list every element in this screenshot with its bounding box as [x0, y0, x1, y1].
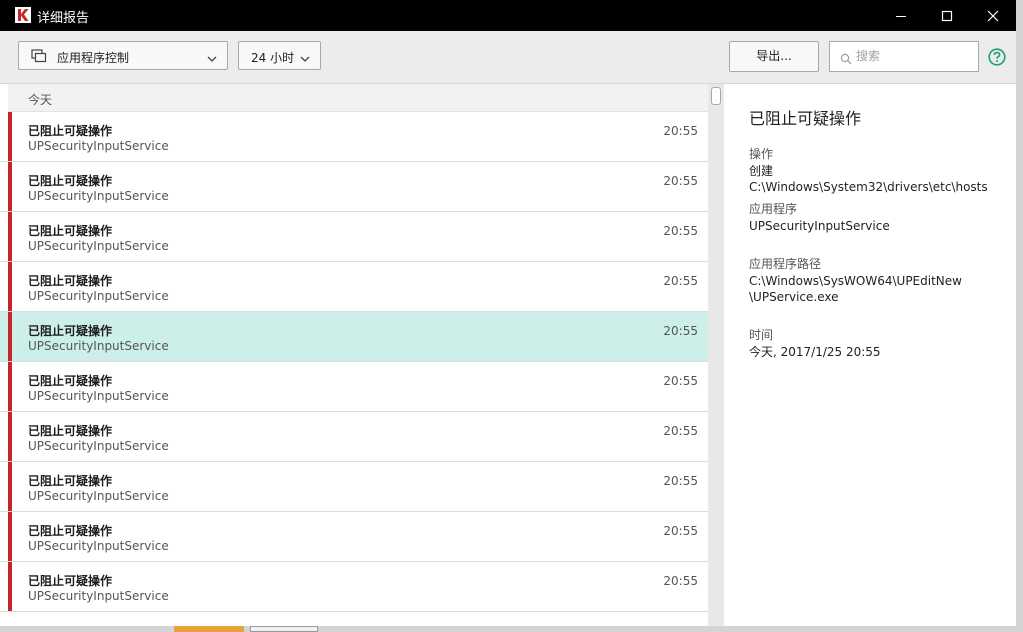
event-title: 已阻止可疑操作: [28, 224, 113, 238]
event-time: 20:55: [663, 374, 698, 388]
event-application: UPSecurityInputService: [28, 339, 169, 353]
background-button: [250, 626, 318, 632]
severity-bar: [8, 562, 12, 611]
event-list-item[interactable]: 已阻止可疑操作 UPSecurityInputService 20:55: [0, 462, 708, 512]
event-application: UPSecurityInputService: [28, 489, 169, 503]
severity-bar: [8, 262, 12, 311]
event-list-item[interactable]: 已阻止可疑操作 UPSecurityInputService 20:55: [0, 112, 708, 162]
event-title: 已阻止可疑操作: [28, 124, 113, 138]
detail-title: 已阻止可疑操作: [749, 109, 862, 128]
maximize-icon: [941, 10, 953, 21]
group-header: 今天: [8, 84, 708, 112]
event-list-item[interactable]: 已阻止可疑操作 UPSecurityInputService 20:55: [0, 162, 708, 212]
chevron-down-icon: [300, 52, 310, 66]
scrollbar-thumb[interactable]: [711, 87, 721, 105]
title-bar[interactable]: 详细报告: [0, 0, 1016, 31]
report-window: 详细报告 应用程序控制 24 小时 导出... 搜索 今天 已阻止可疑操作 UP…: [0, 0, 1016, 626]
event-list-item[interactable]: 已阻止可疑操作 UPSecurityInputService 20:55: [0, 412, 708, 462]
group-header-label: 今天: [28, 93, 53, 107]
event-time: 20:55: [663, 274, 698, 288]
component-dropdown-value: 应用程序控制: [57, 51, 130, 65]
event-title: 已阻止可疑操作: [28, 174, 113, 188]
maximize-button[interactable]: [924, 0, 970, 31]
event-title: 已阻止可疑操作: [28, 524, 113, 538]
event-application: UPSecurityInputService: [28, 139, 169, 153]
close-icon: [987, 10, 999, 21]
component-dropdown[interactable]: 应用程序控制: [18, 41, 228, 70]
background-button-orange: [174, 626, 244, 632]
event-list: 今天 已阻止可疑操作 UPSecurityInputService 20:55 …: [0, 84, 708, 626]
severity-bar: [8, 412, 12, 461]
help-icon[interactable]: [988, 48, 1006, 70]
copy-window-icon: [31, 49, 47, 66]
window-title: 详细报告: [37, 11, 90, 26]
search-input[interactable]: [856, 49, 974, 63]
event-application: UPSecurityInputService: [28, 439, 169, 453]
time-label: 时间: [749, 328, 774, 342]
severity-bar: [8, 512, 12, 561]
event-application: UPSecurityInputService: [28, 539, 169, 553]
application-label: 应用程序: [749, 202, 798, 216]
chevron-down-icon: [207, 52, 217, 66]
event-time: 20:55: [663, 524, 698, 538]
severity-bar: [8, 362, 12, 411]
severity-bar: [8, 212, 12, 261]
background-window-fragment: [174, 626, 319, 632]
event-title: 已阻止可疑操作: [28, 474, 113, 488]
event-application: UPSecurityInputService: [28, 189, 169, 203]
event-title: 已阻止可疑操作: [28, 274, 113, 288]
event-list-item[interactable]: 已阻止可疑操作 UPSecurityInputService 20:55: [0, 362, 708, 412]
toolbar: 应用程序控制 24 小时 导出...: [0, 31, 1016, 84]
event-list-item[interactable]: 已阻止可疑操作 UPSecurityInputService 20:55: [0, 512, 708, 562]
minimize-button[interactable]: [878, 0, 924, 31]
search-box[interactable]: [829, 41, 979, 72]
event-list-item[interactable]: 已阻止可疑操作 UPSecurityInputService 20:55: [0, 262, 708, 312]
severity-bar: [8, 162, 12, 211]
operation-value: 创建 C:\Windows\System32\drivers\etc\hosts: [749, 164, 988, 194]
close-button[interactable]: [970, 0, 1016, 31]
event-time: 20:55: [663, 174, 698, 188]
time-value: 今天, 2017/1/25 20:55: [749, 345, 881, 359]
event-list-item-selected[interactable]: 已阻止可疑操作 UPSecurityInputService 20:55: [0, 312, 708, 362]
severity-bar: [8, 112, 12, 161]
event-time: 20:55: [663, 574, 698, 588]
event-time: 20:55: [663, 474, 698, 488]
event-time: 20:55: [663, 124, 698, 138]
minimize-icon: [896, 15, 906, 17]
kaspersky-k-icon: [15, 7, 31, 23]
period-dropdown-value: 24 小时: [251, 51, 295, 65]
list-scrollbar[interactable]: [708, 84, 724, 626]
period-dropdown[interactable]: 24 小时: [238, 41, 321, 70]
severity-bar: [8, 312, 12, 361]
event-time: 20:55: [663, 424, 698, 438]
application-path-line-2: \UPService.exe: [749, 290, 839, 304]
event-title: 已阻止可疑操作: [28, 424, 113, 438]
event-application: UPSecurityInputService: [28, 589, 169, 603]
detail-panel: 已阻止可疑操作 操作 创建 C:\Windows\System32\driver…: [724, 84, 1016, 626]
event-time: 20:55: [663, 324, 698, 338]
export-button[interactable]: 导出...: [729, 41, 819, 72]
search-icon: [840, 50, 852, 69]
application-path-line-1: C:\Windows\SysWOW64\UPEditNew: [749, 274, 962, 288]
event-time: 20:55: [663, 224, 698, 238]
event-title: 已阻止可疑操作: [28, 374, 113, 388]
event-list-item[interactable]: 已阻止可疑操作 UPSecurityInputService 20:55: [0, 212, 708, 262]
event-title: 已阻止可疑操作: [28, 324, 113, 338]
event-application: UPSecurityInputService: [28, 289, 169, 303]
application-path-label: 应用程序路径: [749, 257, 822, 271]
application-value: UPSecurityInputService: [749, 219, 890, 233]
event-list-item[interactable]: 已阻止可疑操作 UPSecurityInputService 20:55: [0, 562, 708, 612]
event-title: 已阻止可疑操作: [28, 574, 113, 588]
operation-label: 操作: [749, 147, 774, 161]
event-application: UPSecurityInputService: [28, 389, 169, 403]
severity-bar: [8, 462, 12, 511]
event-application: UPSecurityInputService: [28, 239, 169, 253]
